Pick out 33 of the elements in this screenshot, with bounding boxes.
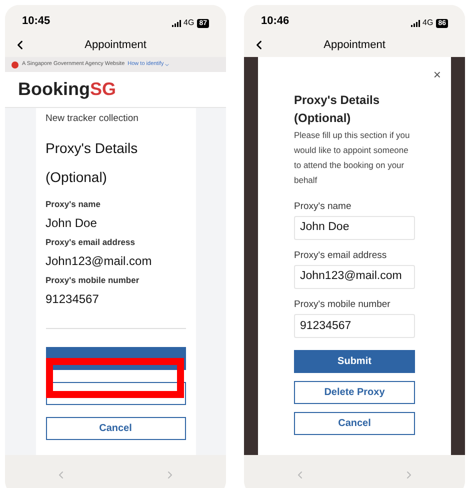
outline-button[interactable]: Cancel: [46, 416, 186, 440]
field-label: Proxy's email address: [46, 236, 136, 249]
field-label: Proxy's mobile number: [46, 274, 140, 286]
field-value: John Doe: [46, 215, 98, 232]
primary-button[interactable]: Submit: [294, 350, 415, 374]
field-label: Proxy's name: [46, 198, 102, 211]
field-label: Proxy's name: [294, 200, 352, 214]
input-field[interactable]: John Doe: [294, 216, 415, 240]
field-label: Proxy's email address: [294, 248, 388, 263]
signal-icon: [410, 20, 420, 26]
outline-button[interactable]: Cancel: [294, 412, 415, 436]
close-button[interactable]: ×: [433, 65, 441, 84]
input-field[interactable]: 91234567: [294, 314, 415, 338]
input-field[interactable]: John123@mail.com: [294, 265, 415, 289]
network-label: 4G: [422, 17, 434, 29]
status-time: 10:46: [261, 14, 290, 28]
status-time: 10:45: [22, 14, 50, 28]
field-label: Proxy's mobile number: [294, 298, 392, 312]
modal-description: Please fill up this section if you would like to appoint someone to attend the booking on your behalf: [294, 128, 411, 186]
form-heading: Proxy's Details: [46, 139, 139, 158]
field-value: John123@mail.com: [46, 252, 153, 270]
page-title: Appointment: [84, 38, 146, 53]
modal-heading: Proxy's Details: [294, 92, 381, 108]
modal-heading-note: (Optional): [294, 110, 352, 126]
caret-icon: [164, 62, 170, 68]
brand-logo: BookingSG: [18, 78, 116, 101]
form-heading-note: (Optional): [46, 168, 108, 188]
outline-button[interactable]: Delete Proxy: [294, 381, 415, 404]
network-label: 4G: [184, 17, 194, 29]
form-subtitle: New tracker collection: [46, 112, 140, 126]
page-title: Appointment: [324, 38, 386, 53]
signal-icon: [172, 20, 181, 26]
field-value: 91234567: [46, 290, 100, 308]
